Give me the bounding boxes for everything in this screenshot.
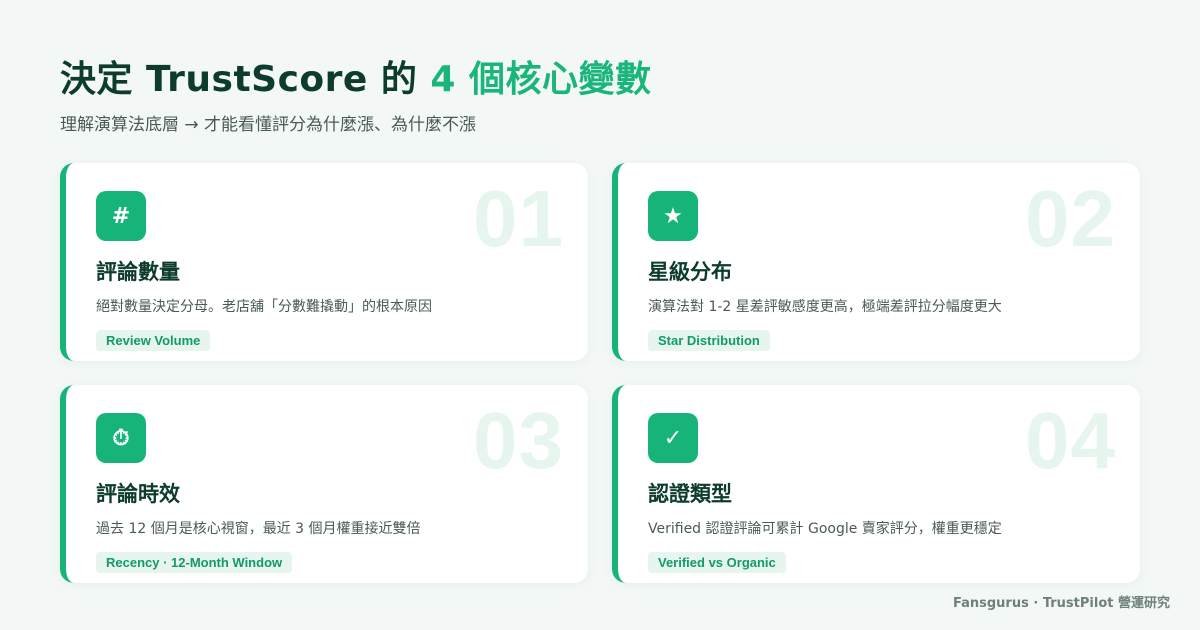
variable-card-star-distribution: 02 ★ 星級分布 演算法對 1-2 星差評敏感度更高，極端差評拉分幅度更大 S…: [612, 163, 1140, 361]
star-icon: ★: [648, 191, 698, 241]
card-title: 評論時效: [96, 482, 180, 506]
card-number: 03: [473, 396, 564, 485]
card-number: 04: [1025, 396, 1116, 485]
page-subtitle: 理解演算法底層 → 才能看懂評分為什麼漲、為什麼不漲: [60, 115, 477, 135]
variable-card-recency: 03 ⏱ 評論時效 過去 12 個月是核心視窗，最近 3 個月權重接近雙倍 Re…: [60, 385, 588, 583]
page-title-main: 決定 TrustScore 的: [60, 59, 431, 100]
card-number: 02: [1025, 174, 1116, 263]
card-description: 過去 12 個月是核心視窗，最近 3 個月權重接近雙倍: [96, 521, 421, 537]
card-number: 01: [473, 174, 564, 263]
card-title: 評論數量: [96, 260, 180, 284]
checkmark-icon: ✓: [648, 413, 698, 463]
card-title: 認證類型: [648, 482, 732, 506]
page-title: 決定 TrustScore 的 4 個核心變數: [60, 50, 652, 102]
card-description: 演算法對 1-2 星差評敏感度更高，極端差評拉分幅度更大: [648, 299, 1002, 315]
card-tag: Star Distribution: [648, 330, 770, 351]
stopwatch-icon: ⏱: [96, 413, 146, 463]
card-tag: Verified vs Organic: [648, 552, 786, 573]
card-description: 絕對數量決定分母。老店舖「分數難撬動」的根本原因: [96, 299, 432, 315]
card-tag: Recency · 12-Month Window: [96, 552, 293, 573]
card-title: 星級分布: [648, 260, 732, 284]
card-tag: Review Volume: [96, 330, 211, 351]
footer-credit: Fansgurus · TrustPilot 營運研究: [952, 596, 1170, 611]
variable-card-review-volume: 01 # 評論數量 絕對數量決定分母。老店舖「分數難撬動」的根本原因 Revie…: [60, 163, 588, 361]
card-description: Verified 認證評論可累計 Google 賣家評分，權重更穩定: [648, 521, 1002, 537]
page-title-accent: 4 個核心變數: [430, 59, 652, 100]
variable-card-verified-type: 04 ✓ 認證類型 Verified 認證評論可累計 Google 賣家評分，權…: [612, 385, 1140, 583]
hash-icon: #: [96, 191, 146, 241]
